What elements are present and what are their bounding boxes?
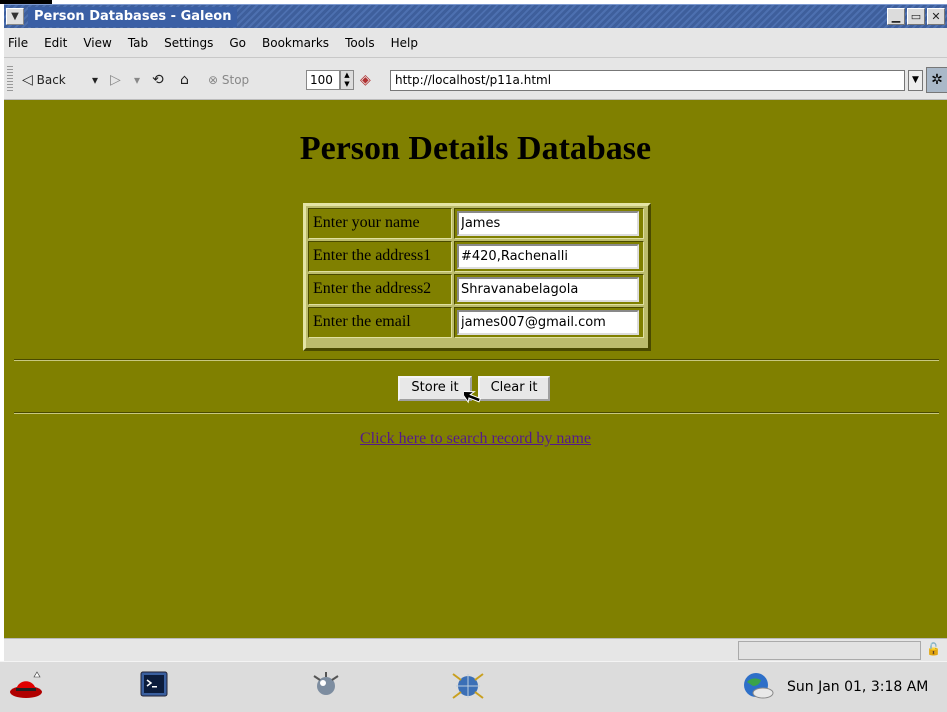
mouse-cursor-icon xyxy=(464,390,481,404)
window-menu-icon[interactable]: ▼ xyxy=(6,8,24,25)
forward-button[interactable]: ▷ xyxy=(110,71,121,89)
panel-clock[interactable]: Sun Jan 01, 3:18 AM xyxy=(787,679,928,695)
forward-arrow-icon: ▷ xyxy=(110,72,121,88)
search-by-name-link[interactable]: Click here to search record by name xyxy=(4,430,947,448)
address1-label: Enter the address1 xyxy=(308,241,452,272)
menu-tab[interactable]: Tab xyxy=(128,36,148,50)
address2-label: Enter the address2 xyxy=(308,274,452,305)
email-label: Enter the email xyxy=(308,307,452,338)
galeon-icon[interactable]: ◈ xyxy=(360,71,371,89)
terminal-icon[interactable] xyxy=(136,670,172,704)
divider-top xyxy=(14,359,939,361)
stop-label: Stop xyxy=(221,73,250,87)
chevron-down-icon: ▼ xyxy=(912,75,919,85)
home-button[interactable]: ⌂ xyxy=(180,71,189,89)
url-input[interactable]: http://localhost/p11a.html xyxy=(390,70,905,91)
back-label: Back xyxy=(36,73,66,87)
back-button[interactable]: ◁ Back xyxy=(22,71,66,89)
reload-button[interactable]: ⟲ xyxy=(152,71,164,89)
redhat-icon[interactable] xyxy=(8,670,44,704)
person-form-table: Enter your name Enter the address1 Enter… xyxy=(303,203,651,351)
maximize-icon[interactable]: ▭ xyxy=(907,8,925,25)
divider-bottom xyxy=(14,412,939,414)
menu-view[interactable]: View xyxy=(83,36,111,50)
page-title: Person Details Database xyxy=(299,130,652,167)
address2-input[interactable] xyxy=(457,277,639,302)
name-label: Enter your name xyxy=(308,208,452,239)
clear-button[interactable]: Clear it xyxy=(478,376,550,401)
network-icon[interactable] xyxy=(450,670,486,704)
menu-help[interactable]: Help xyxy=(391,36,418,50)
stop-button[interactable]: ⊗ Stop xyxy=(208,71,249,89)
menu-settings[interactable]: Settings xyxy=(164,36,213,50)
zoom-spin-icon[interactable]: ▲ ▼ xyxy=(340,70,354,90)
menu-tools[interactable]: Tools xyxy=(345,36,375,50)
home-icon: ⌂ xyxy=(180,72,189,88)
email-input[interactable] xyxy=(457,310,639,335)
reload-icon: ⟲ xyxy=(152,72,164,88)
back-history-dropdown[interactable]: ▾ xyxy=(92,71,98,89)
url-history-dropdown[interactable]: ▼ xyxy=(908,70,923,91)
zoom-input[interactable]: 100 xyxy=(306,70,340,90)
menu-go[interactable]: Go xyxy=(229,36,246,50)
lock-icon: 🔓 xyxy=(926,642,941,656)
toolbar-grip[interactable] xyxy=(7,66,13,92)
form-row: Enter the email xyxy=(308,307,646,339)
minimize-icon[interactable]: ▁ xyxy=(887,8,905,25)
close-icon[interactable]: ✕ xyxy=(927,8,945,25)
forward-history-dropdown[interactable]: ▾ xyxy=(134,71,140,89)
status-progress-field xyxy=(738,641,921,660)
form-row: Enter the address1 xyxy=(308,241,646,273)
back-arrow-icon: ◁ xyxy=(22,72,33,88)
menu-file[interactable]: File xyxy=(8,36,28,50)
page-content: Person Details Database Enter your name … xyxy=(4,100,947,638)
store-button[interactable]: Store it xyxy=(398,376,472,401)
taskbar-panel: Sun Jan 01, 3:18 AM xyxy=(0,661,947,712)
window-titlebar[interactable]: ▼ Person Databases - Galeon ▁ ▭ ✕ xyxy=(4,4,947,28)
name-input[interactable] xyxy=(457,211,639,236)
window-title: Person Databases - Galeon xyxy=(28,7,238,27)
chevron-down-icon: ▾ xyxy=(92,73,99,87)
stop-icon: ⊗ xyxy=(208,73,219,87)
form-row: Enter the address2 xyxy=(308,274,646,306)
globe-icon[interactable] xyxy=(740,670,776,704)
chevron-down-icon: ▾ xyxy=(134,73,141,87)
menubar: File Edit View Tab Settings Go Bookmarks… xyxy=(4,28,947,58)
form-row: Enter your name xyxy=(308,208,646,240)
throbber-icon[interactable]: ✲ xyxy=(926,67,947,93)
address1-input[interactable] xyxy=(457,244,639,269)
galeon-launcher-icon[interactable] xyxy=(308,670,344,704)
navigation-toolbar: ◁ Back ▾ ▷ ▾ ⟲ ⌂ ⊗ Stop 100 ▲ ▼ ◈ http://… xyxy=(4,58,947,100)
menu-edit[interactable]: Edit xyxy=(44,36,67,50)
statusbar: 🔓 xyxy=(4,638,947,661)
menu-bookmarks[interactable]: Bookmarks xyxy=(262,36,329,50)
